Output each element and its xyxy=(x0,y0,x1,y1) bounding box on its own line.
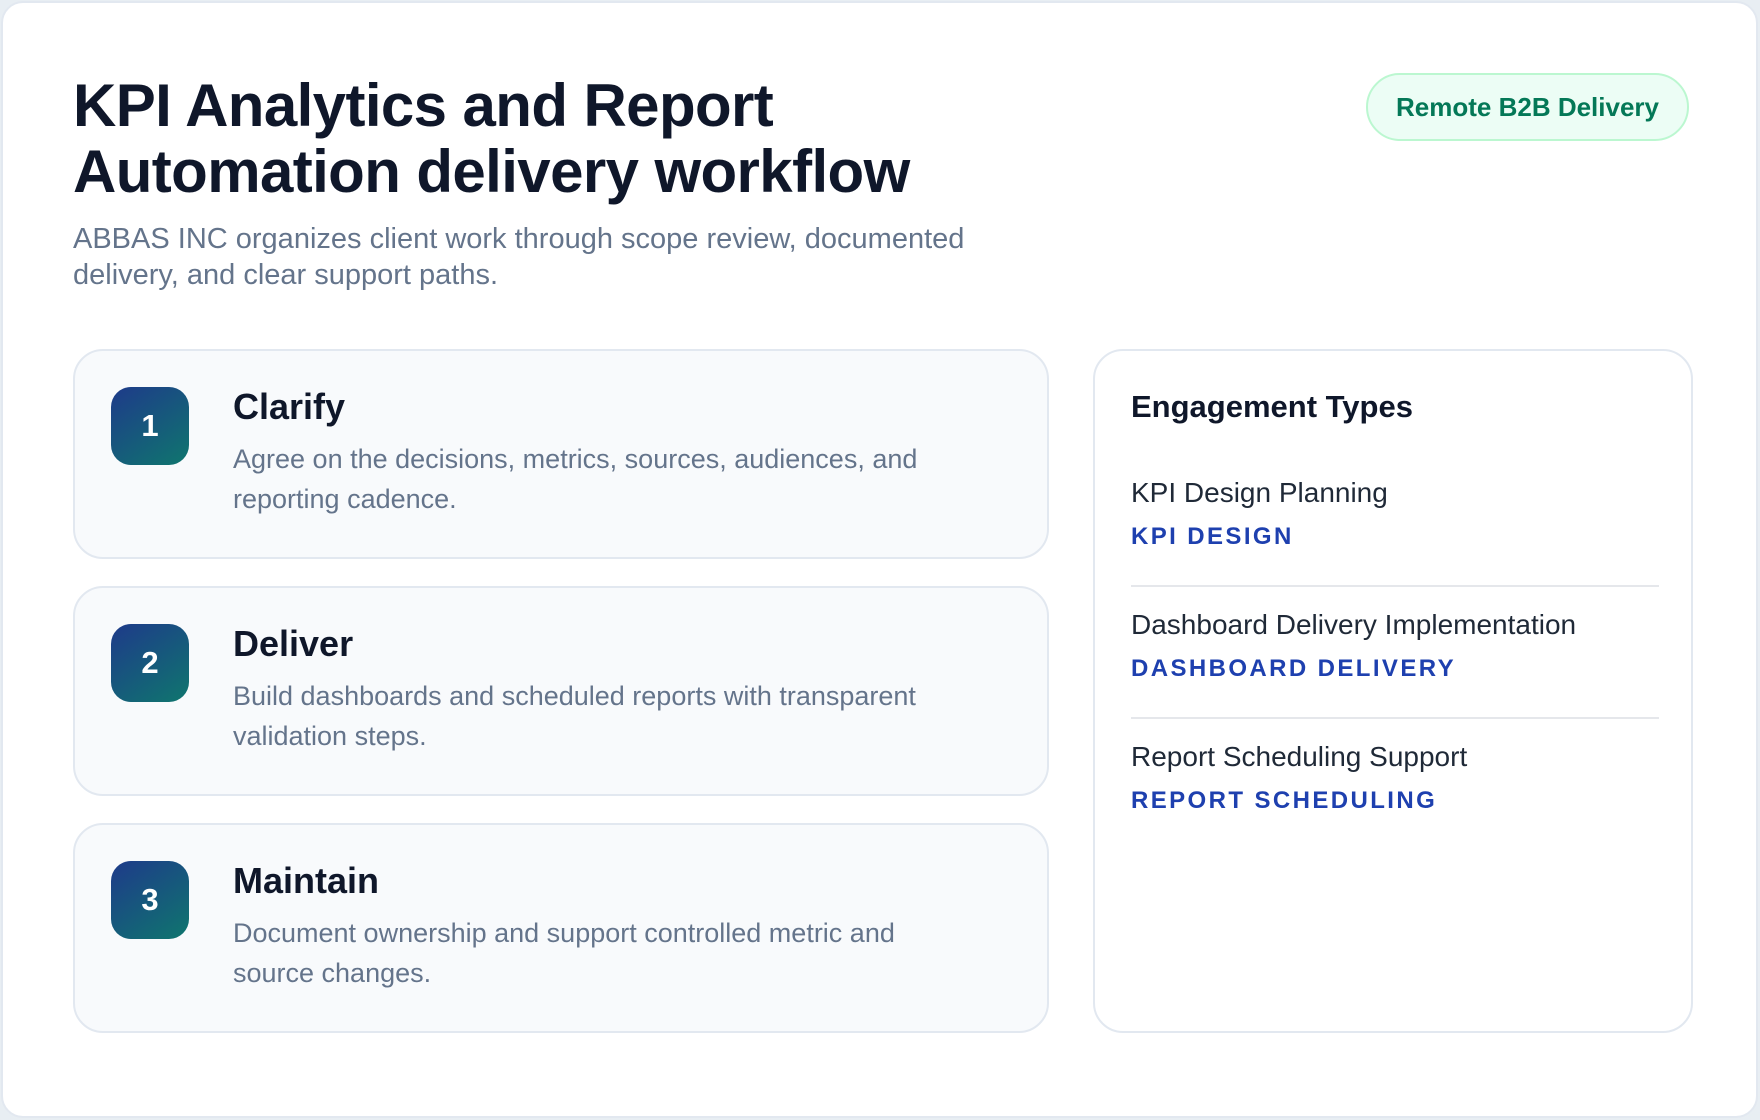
page-subtitle-line-2: delivery, and clear support paths. xyxy=(73,259,499,291)
page-subtitle-line-1: ABBAS INC organizes client work through … xyxy=(73,223,965,255)
engagement-name: Dashboard Delivery Implementation xyxy=(1131,609,1577,640)
step-description-line-2: reporting cadence. xyxy=(233,484,457,514)
step-title: Clarify xyxy=(233,386,346,427)
step-card-deliver: 2 Deliver Build dashboards and scheduled… xyxy=(73,586,1049,796)
page-subtitle: ABBAS INC organizes client work through … xyxy=(73,221,1073,293)
step-number-badge: 1 xyxy=(111,387,189,465)
engagement-item-report-scheduling: Report Scheduling Support REPORT SCHEDUL… xyxy=(1131,719,1659,851)
step-title: Deliver xyxy=(233,623,354,664)
engagement-name: Report Scheduling Support xyxy=(1131,741,1468,772)
page-title: KPI Analytics and Report Automation deli… xyxy=(73,73,1033,205)
step-description-line-1: Document ownership and support controlle… xyxy=(233,918,895,948)
step-description-line-1: Agree on the decisions, metrics, sources… xyxy=(233,444,918,474)
step-description-line-2: validation steps. xyxy=(233,721,427,751)
step-description: Document ownership and support controlle… xyxy=(233,913,1003,993)
engagement-tag: DASHBOARD DELIVERY xyxy=(1131,655,1457,682)
engagement-item-dashboard-delivery: Dashboard Delivery Implementation DASHBO… xyxy=(1131,587,1659,719)
engagement-types-heading: Engagement Types xyxy=(1131,389,1413,424)
step-description: Build dashboards and scheduled reports w… xyxy=(233,676,1003,756)
engagement-name: KPI Design Planning xyxy=(1131,477,1388,508)
engagement-tag: KPI DESIGN xyxy=(1131,523,1294,550)
step-number-badge: 3 xyxy=(111,861,189,939)
page-header: KPI Analytics and Report Automation deli… xyxy=(73,73,1689,303)
remote-delivery-badge: Remote B2B Delivery xyxy=(1366,73,1689,141)
step-description-line-2: source changes. xyxy=(233,958,432,988)
step-card-maintain: 3 Maintain Document ownership and suppor… xyxy=(73,823,1049,1033)
workflow-steps: 1 Clarify Agree on the decisions, metric… xyxy=(73,349,1049,1033)
page-title-line-1: KPI Analytics and Report xyxy=(73,72,774,139)
engagement-types-list: KPI Design Planning KPI DESIGN Dashboard… xyxy=(1131,455,1659,851)
step-title: Maintain xyxy=(233,860,380,901)
page-title-line-2: Automation delivery workflow xyxy=(73,138,910,205)
step-number-badge: 2 xyxy=(111,624,189,702)
engagement-item-kpi-design: KPI Design Planning KPI DESIGN xyxy=(1131,455,1659,587)
engagement-types-panel: Engagement Types KPI Design Planning KPI… xyxy=(1093,349,1693,1033)
engagement-tag: REPORT SCHEDULING xyxy=(1131,787,1438,814)
step-description-line-1: Build dashboards and scheduled reports w… xyxy=(233,681,916,711)
step-card-clarify: 1 Clarify Agree on the decisions, metric… xyxy=(73,349,1049,559)
step-description: Agree on the decisions, metrics, sources… xyxy=(233,439,1003,519)
workflow-card: KPI Analytics and Report Automation deli… xyxy=(1,1,1758,1118)
